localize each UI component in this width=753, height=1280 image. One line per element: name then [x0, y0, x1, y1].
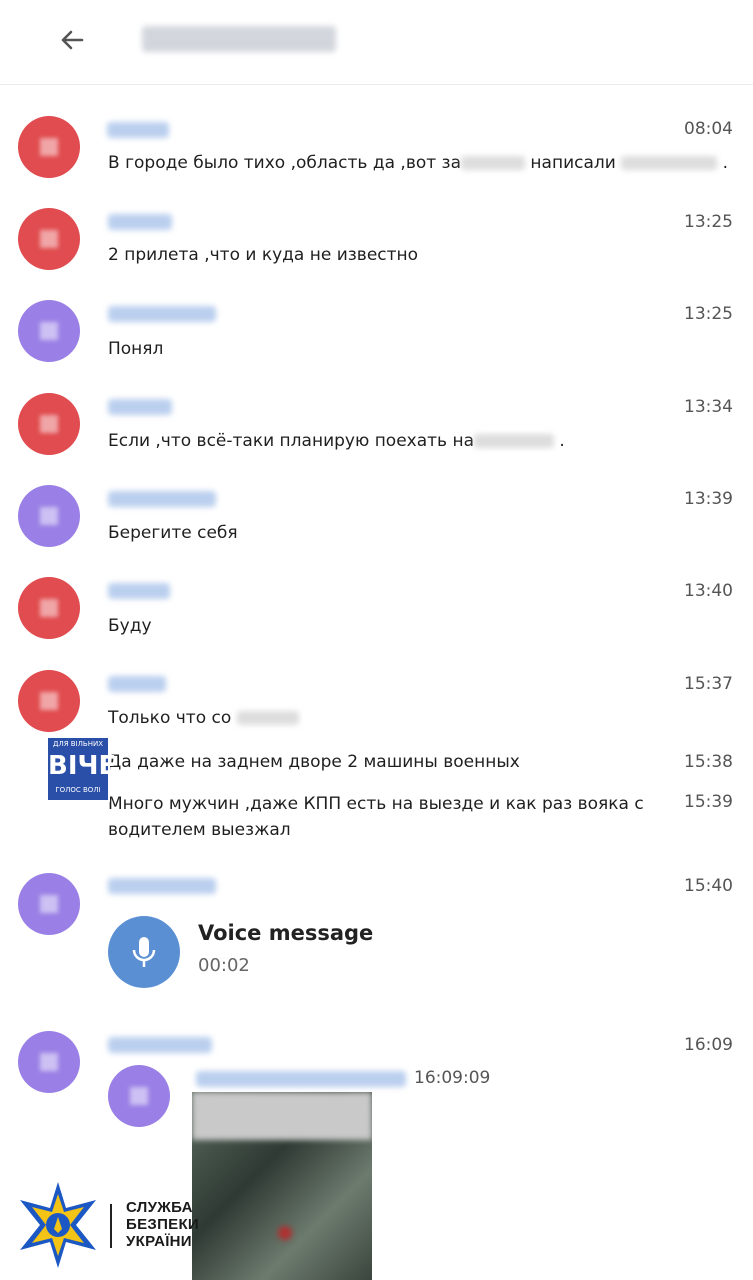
avatar[interactable]	[18, 1031, 80, 1093]
chat-title-redacted	[142, 26, 336, 52]
sender-name-redacted	[108, 583, 170, 599]
message-time: 15:40	[684, 876, 733, 896]
avatar[interactable]	[18, 208, 80, 270]
message-time: 15:37	[684, 674, 733, 694]
forwarded-image-redacted[interactable]	[192, 1092, 372, 1280]
avatar[interactable]	[18, 116, 80, 178]
sender-name-redacted	[107, 122, 169, 138]
avatar[interactable]	[18, 393, 80, 455]
sender-name-redacted	[108, 399, 172, 415]
forwarded-time: 16:09:09	[414, 1068, 491, 1088]
chat-header	[0, 0, 753, 85]
microphone-icon	[132, 937, 156, 967]
avatar[interactable]	[18, 485, 80, 547]
avatar[interactable]	[18, 577, 80, 639]
message-time: 16:09	[684, 1035, 733, 1055]
message-time: 13:34	[684, 397, 733, 417]
arrow-left-icon[interactable]	[54, 22, 90, 58]
sbu-emblem-icon	[20, 1182, 96, 1268]
message-text: Много мужчин ,даже КПП есть на выезде и …	[108, 794, 644, 814]
message-time: 13:40	[684, 581, 733, 601]
message-time: 08:04	[684, 119, 733, 139]
message-text: Да даже на заднем дворе 2 машины военных	[108, 752, 520, 772]
forwarded-avatar[interactable]	[108, 1065, 170, 1127]
voice-play-button[interactable]	[108, 916, 180, 988]
message-text: Буду	[108, 616, 152, 636]
voice-message-title: Voice message	[198, 921, 374, 945]
forwarded-sender-redacted	[196, 1071, 406, 1087]
message-text: 2 прилета ,что и куда не известно	[108, 245, 419, 265]
message-text: Только что со	[108, 707, 299, 729]
sender-name-redacted	[108, 214, 172, 230]
sender-name-redacted	[108, 676, 166, 692]
message-time: 13:39	[684, 489, 733, 509]
voice-message-duration: 00:02	[198, 955, 250, 976]
message-time: 15:39	[684, 792, 733, 812]
sbu-divider	[110, 1204, 112, 1248]
message-time: 13:25	[684, 304, 733, 324]
avatar[interactable]	[18, 873, 80, 935]
sender-name-redacted	[108, 1037, 212, 1053]
sender-name-redacted	[108, 306, 216, 322]
message-time: 13:25	[684, 212, 733, 232]
message-text: водителем выезжал	[108, 820, 291, 840]
viche-watermark-logo: ДЛЯ ВІЛЬНИХ ВІЧЕ ГОЛОС ВОЛІ	[46, 736, 116, 802]
message-text: Если ,что всё-таки планирую поехать на .	[108, 431, 565, 451]
message-text: Понял	[108, 339, 164, 359]
avatar[interactable]	[18, 300, 80, 362]
sender-name-redacted	[108, 491, 216, 507]
message-text: Берегите себя	[108, 523, 238, 543]
message-time: 15:38	[684, 752, 733, 772]
sender-name-redacted	[108, 878, 216, 894]
sbu-wordmark: СЛУЖБА БЕЗПЕКИ УКРАЇНИ	[126, 1199, 200, 1250]
message-text: В городе было тихо ,область да ,вот за н…	[108, 153, 729, 173]
avatar[interactable]	[18, 670, 80, 732]
